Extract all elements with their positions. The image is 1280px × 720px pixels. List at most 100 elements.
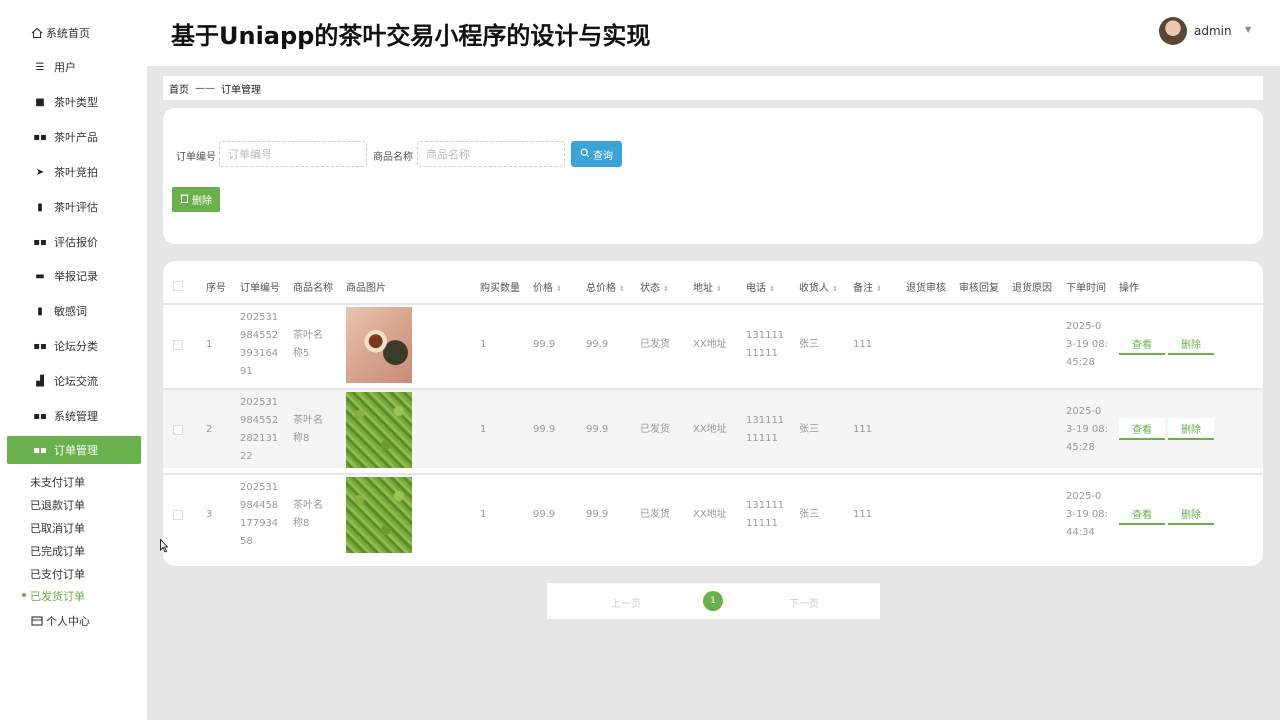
cell-quantity: 1 (480, 509, 487, 520)
page-number-current[interactable]: 1 (703, 591, 723, 611)
sidebar-item[interactable]: ▮ 敏感词 (0, 297, 147, 325)
column-header-label: 价格 (533, 283, 553, 294)
sidebar-item-personal[interactable]: 个人中心 (0, 607, 147, 635)
sidebar-item[interactable]: ☰ 用户 (0, 53, 147, 81)
sidebar-subitem-label: 已退款订单 (30, 499, 85, 512)
table-row: 3 202531 984458 177934 58 茶叶名 称8 1 99.9 99.9 已发货 XX… (163, 473, 1263, 553)
header: 基于Uniapp的茶叶交易小程序的设计与实现 admin ▼ (147, 0, 1280, 66)
sidebar-item[interactable]: ➤ 茶叶竞拍 (0, 158, 147, 186)
sidebar-subitem[interactable]: 未支付订单 (30, 474, 85, 490)
sort-icon[interactable]: ⇕ (876, 285, 882, 293)
cell-address: XX地址 (693, 339, 727, 350)
delete-button[interactable]: 删除 (1168, 333, 1214, 355)
cell-order-no-line: 984552 (240, 330, 279, 341)
cell-order-no-line: 202531 (240, 397, 279, 408)
sidebar-item-home[interactable]: 系统首页 (0, 19, 147, 47)
breadcrumb-home[interactable]: 首页 (169, 81, 189, 96)
sidebar-item-label: 评估报价 (54, 236, 98, 249)
sort-icon[interactable]: ⇕ (832, 285, 838, 293)
sort-icon[interactable]: ⇕ (619, 285, 625, 293)
sidebar-item-label: 茶叶评估 (54, 201, 98, 214)
sidebar-item-label: 论坛分类 (54, 340, 98, 353)
sort-icon[interactable]: ⇕ (663, 285, 669, 293)
delete-button-label: 删除 (192, 196, 212, 207)
cell-order-time: 2025-0 3-19 08: 44:34 (1066, 488, 1108, 542)
sidebar-item-label: 茶叶产品 (54, 131, 98, 144)
sidebar-subitem[interactable]: 已完成订单 (30, 543, 85, 559)
column-header[interactable]: 总价格 ⇕ (586, 279, 625, 294)
cell-order-time-line: 3-19 08: (1066, 509, 1108, 520)
cell-order-no: 202531 984552 282131 22 (240, 394, 278, 466)
cell-quantity: 1 (480, 424, 487, 435)
sidebar-subitem-label: 已支付订单 (30, 568, 85, 581)
cell-goods-name-line: 茶叶名 (293, 415, 323, 426)
column-header[interactable]: 价格 ⇕ (533, 279, 562, 294)
cell-order-time-line: 3-19 08: (1066, 424, 1108, 435)
sidebar-item[interactable]: ▬ 举报记录 (0, 262, 147, 290)
cell-address: XX地址 (693, 424, 727, 435)
sidebar-subitem[interactable]: 已发货订单 (22, 588, 85, 604)
goods-name-input[interactable] (417, 141, 565, 167)
cell-total: 99.9 (586, 509, 609, 520)
table-header: 序号 订单编号 商品名称 商品图片 购买数量 价格 ⇕ 总价格 ⇕ 状态 ⇕ 地址 ⇕ 电话 ⇕ 收货人 ⇕ 备注… (163, 261, 1263, 305)
sidebar-subitem[interactable]: 已退款订单 (30, 497, 85, 513)
user-menu[interactable]: admin (1194, 24, 1232, 38)
sidebar-subitem[interactable]: 已取消订单 (30, 520, 85, 536)
delete-button[interactable]: 删除 (1168, 503, 1214, 525)
sidebar-item[interactable]: ▟ 论坛交流 (0, 367, 147, 395)
cell-order-no-line: 22 (240, 451, 253, 462)
row-checkbox[interactable] (173, 425, 183, 435)
batch-delete-button[interactable]: 删除 (172, 187, 220, 212)
prev-page-button[interactable]: 上一页 (611, 595, 641, 610)
column-header: 操作 (1119, 279, 1139, 294)
order-no-input[interactable] (219, 141, 367, 167)
cell-quantity: 1 (480, 339, 487, 350)
caret-down-icon[interactable]: ▼ (1245, 25, 1251, 34)
query-button-label: 查询 (593, 150, 613, 162)
sidebar-subitem[interactable]: 已支付订单 (30, 566, 85, 582)
order-no-label: 订单编号 (176, 152, 216, 163)
sidebar-item[interactable]: ▪▪ 订单管理 (7, 436, 141, 464)
sidebar-item[interactable]: ▪▪ 论坛分类 (0, 332, 147, 360)
column-header[interactable]: 备注 ⇕ (853, 279, 882, 294)
sort-icon[interactable]: ⇕ (769, 285, 775, 293)
cell-order-no-line: 58 (240, 536, 253, 547)
sidebar-item-label: 茶叶竞拍 (54, 166, 98, 179)
sidebar-subitem-label: 未支付订单 (30, 476, 85, 489)
cell-order-no-line: 202531 (240, 482, 279, 493)
sidebar-item[interactable]: ▮ 茶叶评估 (0, 193, 147, 221)
query-button[interactable]: 查询 (571, 141, 622, 167)
sort-icon[interactable]: ⇕ (556, 285, 562, 293)
column-header[interactable]: 电话 ⇕ (746, 279, 775, 294)
cell-remark: 111 (853, 339, 873, 350)
sort-icon[interactable]: ⇕ (716, 285, 722, 293)
profile-card-icon (30, 615, 44, 627)
column-header[interactable]: 地址 ⇕ (693, 279, 722, 294)
view-button[interactable]: 查看 (1119, 418, 1165, 440)
search-panel: 订单编号 商品名称 查询 删除 (163, 108, 1263, 244)
select-all-checkbox[interactable] (173, 281, 183, 291)
column-header-label: 状态 (640, 283, 660, 294)
sidebar-item[interactable]: ■ 茶叶类型 (0, 88, 147, 116)
sidebar-item-label: 个人中心 (46, 615, 90, 628)
cell-order-no-line: 177934 (240, 518, 279, 529)
sidebar-item-label: 订单管理 (54, 444, 98, 457)
column-header-label: 地址 (693, 283, 713, 294)
sidebar-item[interactable]: ▪▪ 系统管理 (0, 402, 147, 430)
send-icon: ➤ (35, 166, 45, 178)
cell-goods-name-line: 茶叶名 (293, 500, 323, 511)
sidebar-item[interactable]: ▪▪ 茶叶产品 (0, 123, 147, 151)
view-button[interactable]: 查看 (1119, 333, 1165, 355)
cell-phone: 131111 11111 (746, 327, 784, 363)
sidebar-item[interactable]: ▪▪ 评估报价 (0, 228, 147, 256)
row-checkbox[interactable] (173, 340, 183, 350)
row-checkbox[interactable] (173, 510, 183, 520)
avatar[interactable] (1159, 17, 1187, 45)
next-page-button[interactable]: 下一页 (789, 595, 819, 610)
column-header: 序号 (206, 279, 226, 294)
column-header[interactable]: 收货人 ⇕ (799, 279, 838, 294)
delete-button[interactable]: 删除 (1168, 418, 1214, 440)
view-button[interactable]: 查看 (1119, 503, 1165, 525)
cell-phone-line: 11111 (746, 433, 778, 444)
column-header[interactable]: 状态 ⇕ (640, 279, 669, 294)
